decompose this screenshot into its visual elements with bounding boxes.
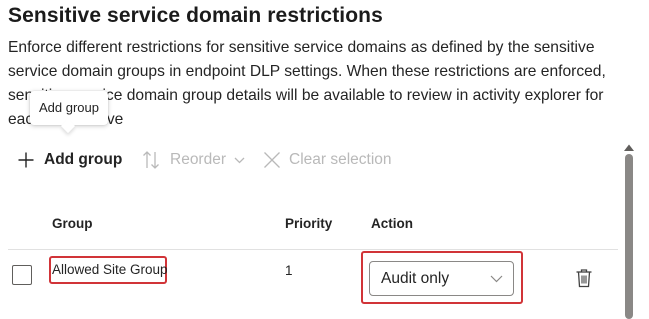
row-checkbox[interactable] [12,265,32,285]
close-icon [263,151,281,169]
scroll-thumb[interactable] [625,154,633,319]
column-header-priority[interactable]: Priority [285,216,332,231]
add-group-button[interactable]: Add group [17,142,122,178]
clear-selection-button[interactable]: Clear selection [263,142,392,178]
chevron-down-icon [490,270,503,288]
plus-icon [17,151,35,169]
add-group-label: Add group [44,151,123,168]
column-header-group[interactable]: Group [52,216,93,231]
header-divider [8,249,618,250]
reorder-arrows-icon [142,150,160,170]
group-name-cell: Allowed Site Group [52,262,168,277]
clear-selection-label: Clear selection [289,151,392,168]
page-title: Sensitive service domain restrictions [8,4,383,27]
action-dropdown[interactable]: Audit only [369,261,514,296]
delete-row-button[interactable] [575,268,593,288]
add-group-tooltip: Add group [30,91,108,125]
trash-icon [575,269,593,292]
vertical-scrollbar[interactable] [620,136,638,319]
priority-cell: 1 [285,263,293,278]
action-dropdown-value: Audit only [381,269,450,287]
reorder-button[interactable]: Reorder [142,142,245,178]
reorder-label: Reorder [170,151,226,168]
chevron-down-icon [234,157,245,164]
column-header-action[interactable]: Action [371,216,413,231]
command-bar: Add group Reorder Clear selection [0,142,620,178]
